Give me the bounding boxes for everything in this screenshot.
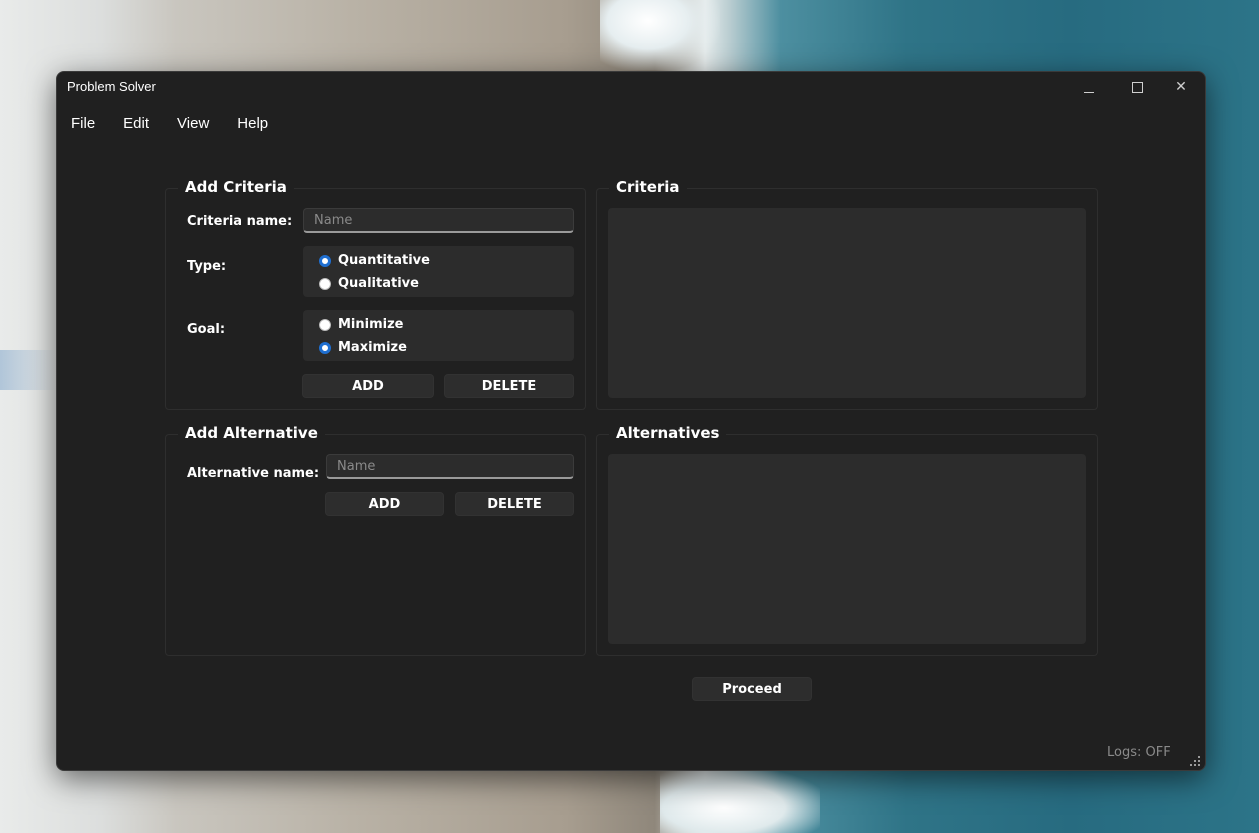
close-button[interactable]: ✕ [1159, 74, 1203, 100]
criteria-group: Criteria [596, 178, 1098, 410]
type-label: Type: [187, 259, 227, 274]
radio-maximize[interactable]: Maximize [319, 340, 407, 355]
criteria-name-input[interactable] [303, 208, 574, 233]
radio-unselected-icon [319, 277, 331, 290]
add-criteria-group: Add Criteria Criteria name: Type: Quanti… [165, 178, 586, 410]
wallpaper-foam [660, 770, 820, 833]
add-criteria-button[interactable]: ADD [302, 374, 434, 398]
close-icon: ✕ [1175, 79, 1187, 95]
radio-label: Qualitative [338, 276, 419, 291]
alternative-name-label: Alternative name: [187, 466, 320, 481]
menu-help[interactable]: Help [223, 112, 282, 138]
group-title: Add Criteria [178, 178, 294, 196]
minimize-button[interactable] [1067, 74, 1111, 100]
radio-qualitative[interactable]: Qualitative [319, 276, 419, 291]
menu-file[interactable]: File [57, 112, 109, 138]
type-radio-group: Quantitative Qualitative [303, 246, 574, 297]
radio-label: Minimize [338, 317, 404, 332]
criteria-list[interactable] [608, 208, 1086, 398]
minimize-icon [1084, 91, 1094, 93]
wallpaper-foam [600, 0, 720, 70]
radio-label: Quantitative [338, 253, 430, 268]
goal-label: Goal: [187, 322, 226, 337]
add-alternative-group: Add Alternative Alternative name: ADD DE… [165, 424, 586, 656]
menu-bar: File Edit View Help [57, 112, 282, 138]
criteria-name-label: Criteria name: [187, 214, 293, 229]
app-window: Problem Solver ✕ File Edit View Help Add… [56, 71, 1206, 771]
radio-selected-icon [319, 341, 331, 354]
logs-status[interactable]: Logs: OFF [1107, 745, 1171, 760]
wallpaper-detail [0, 350, 56, 390]
radio-quantitative[interactable]: Quantitative [319, 253, 430, 268]
alternatives-group: Alternatives [596, 424, 1098, 656]
radio-selected-icon [319, 254, 331, 267]
menu-edit[interactable]: Edit [109, 112, 163, 138]
group-title: Add Alternative [178, 424, 325, 442]
goal-radio-group: Minimize Maximize [303, 310, 574, 361]
resize-grip-icon[interactable] [1190, 756, 1200, 766]
delete-alternative-button[interactable]: DELETE [455, 492, 574, 516]
alternative-name-input[interactable] [326, 454, 574, 479]
menu-view[interactable]: View [163, 112, 223, 138]
alternatives-list[interactable] [608, 454, 1086, 644]
maximize-button[interactable] [1115, 74, 1159, 100]
add-alternative-button[interactable]: ADD [325, 492, 444, 516]
window-title: Problem Solver [67, 79, 156, 94]
group-title: Alternatives [609, 424, 727, 442]
radio-label: Maximize [338, 340, 407, 355]
proceed-button[interactable]: Proceed [692, 677, 812, 701]
group-title: Criteria [609, 178, 687, 196]
maximize-icon [1131, 81, 1143, 93]
delete-criteria-button[interactable]: DELETE [444, 374, 574, 398]
radio-unselected-icon [319, 318, 331, 331]
radio-minimize[interactable]: Minimize [319, 317, 404, 332]
